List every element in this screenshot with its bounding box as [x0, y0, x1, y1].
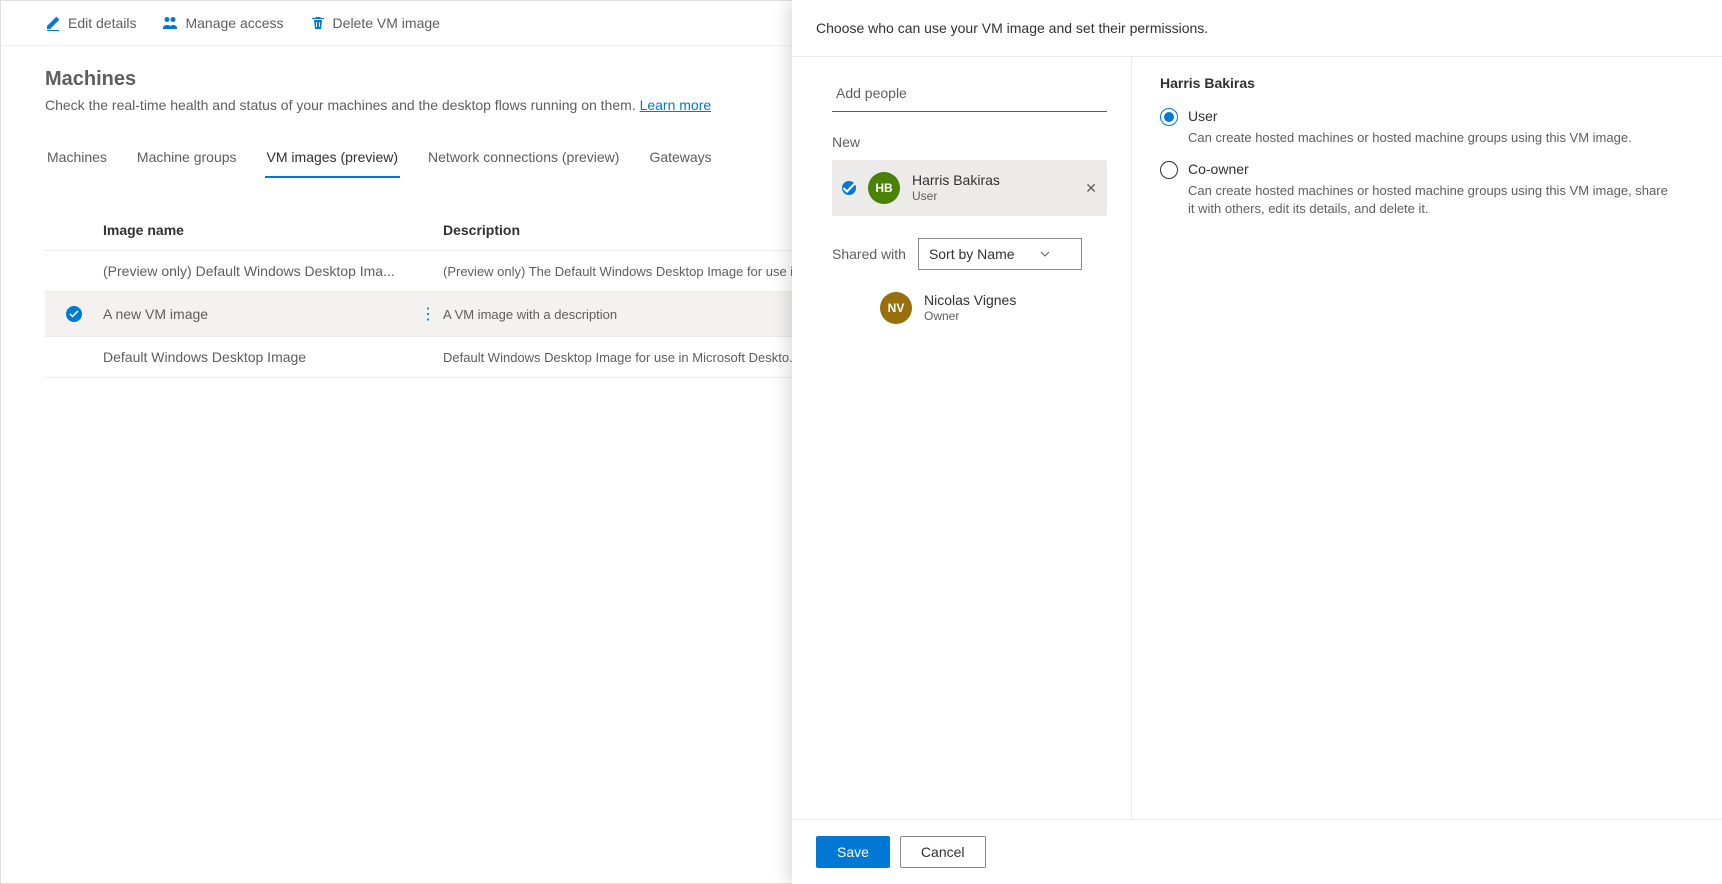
permission-coowner-desc: Can create hosted machines or hosted mac… [1188, 182, 1668, 217]
sort-by-select[interactable]: Sort by Name [918, 238, 1082, 270]
permission-user-radio[interactable] [1160, 108, 1178, 126]
person-role: User [912, 189, 1000, 203]
manage-access-button[interactable]: Manage access [162, 15, 283, 31]
row-name: (Preview only) Default Windows Desktop I… [103, 263, 413, 279]
person-name: Harris Bakiras [912, 172, 1000, 189]
panel-footer: Save Cancel [792, 819, 1722, 884]
edit-icon [45, 15, 61, 31]
shared-person-card[interactable]: NV Nicolas Vignes Owner [832, 284, 1107, 332]
learn-more-link[interactable]: Learn more [640, 97, 712, 113]
permission-user-label: User [1188, 107, 1632, 126]
permission-coowner-label: Co-owner [1188, 160, 1668, 179]
delete-vm-image-label: Delete VM image [333, 15, 440, 31]
permission-user-desc: Can create hosted machines or hosted mac… [1188, 129, 1632, 147]
tab-gateways[interactable]: Gateways [647, 141, 713, 177]
sort-by-value: Sort by Name [929, 246, 1015, 262]
people-icon [162, 15, 178, 31]
remove-person-icon[interactable]: ✕ [1085, 180, 1097, 197]
tab-network-connections[interactable]: Network connections (preview) [426, 141, 621, 177]
add-people-input[interactable] [832, 75, 1107, 112]
row-name: Default Windows Desktop Image [103, 349, 413, 365]
new-person-card[interactable]: HB Harris Bakiras User ✕ [832, 160, 1107, 216]
person-selected-check-icon [842, 181, 856, 195]
manage-access-label: Manage access [185, 15, 283, 31]
shared-with-label: Shared with [832, 246, 906, 262]
cancel-button[interactable]: Cancel [900, 836, 986, 868]
new-section-label: New [832, 134, 1107, 150]
chevron-down-icon [1039, 248, 1051, 260]
panel-permissions-column: Harris Bakiras User Can create hosted ma… [1132, 57, 1722, 819]
page-subtitle-text: Check the real-time health and status of… [45, 97, 640, 113]
panel-people-column: New HB Harris Bakiras User ✕ Shared with… [792, 57, 1132, 819]
edit-details-label: Edit details [68, 15, 136, 31]
row-name: A new VM image [103, 306, 413, 322]
person-role: Owner [924, 309, 1016, 323]
edit-details-button[interactable]: Edit details [45, 15, 136, 31]
row-menu-icon[interactable]: ⋮ [420, 304, 436, 324]
tab-machine-groups[interactable]: Machine groups [135, 141, 239, 177]
tab-machines[interactable]: Machines [45, 141, 109, 177]
avatar: HB [868, 172, 900, 204]
col-header-name[interactable]: Image name [103, 222, 413, 238]
save-button[interactable]: Save [816, 836, 890, 868]
selected-user-name: Harris Bakiras [1160, 75, 1694, 91]
delete-vm-image-button[interactable]: Delete VM image [310, 15, 440, 31]
person-name: Nicolas Vignes [924, 292, 1016, 309]
tab-vm-images[interactable]: VM images (preview) [265, 141, 400, 177]
panel-header: Choose who can use your VM image and set… [792, 0, 1722, 57]
permission-coowner-radio[interactable] [1160, 161, 1178, 179]
delete-icon [310, 15, 326, 31]
avatar: NV [880, 292, 912, 324]
row-selected-check-icon[interactable] [66, 306, 82, 322]
manage-access-panel: Choose who can use your VM image and set… [792, 0, 1722, 884]
